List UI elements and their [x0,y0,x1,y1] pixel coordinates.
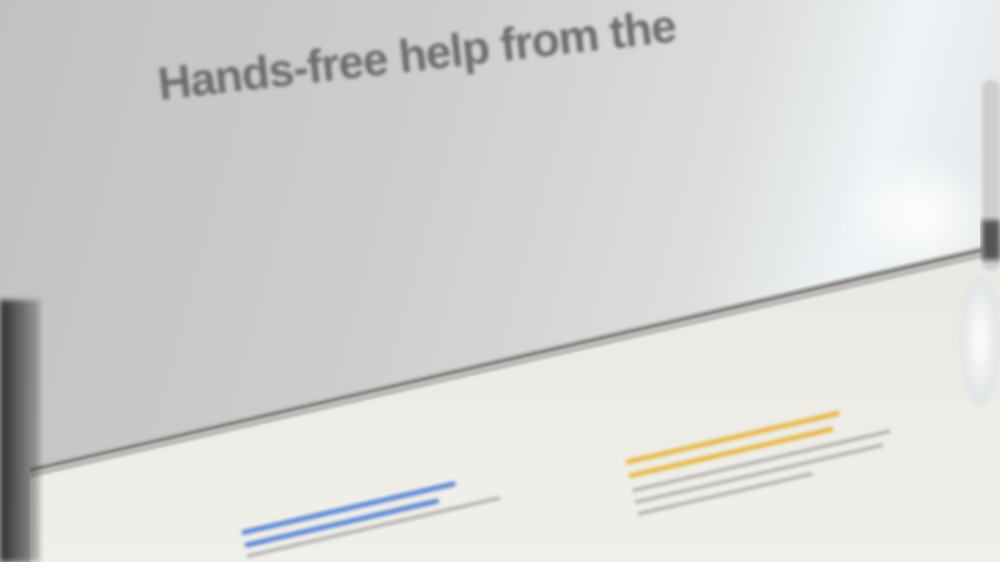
dark-frame-edge [0,300,40,562]
display-scene: Hands-free help from the [0,0,1000,562]
